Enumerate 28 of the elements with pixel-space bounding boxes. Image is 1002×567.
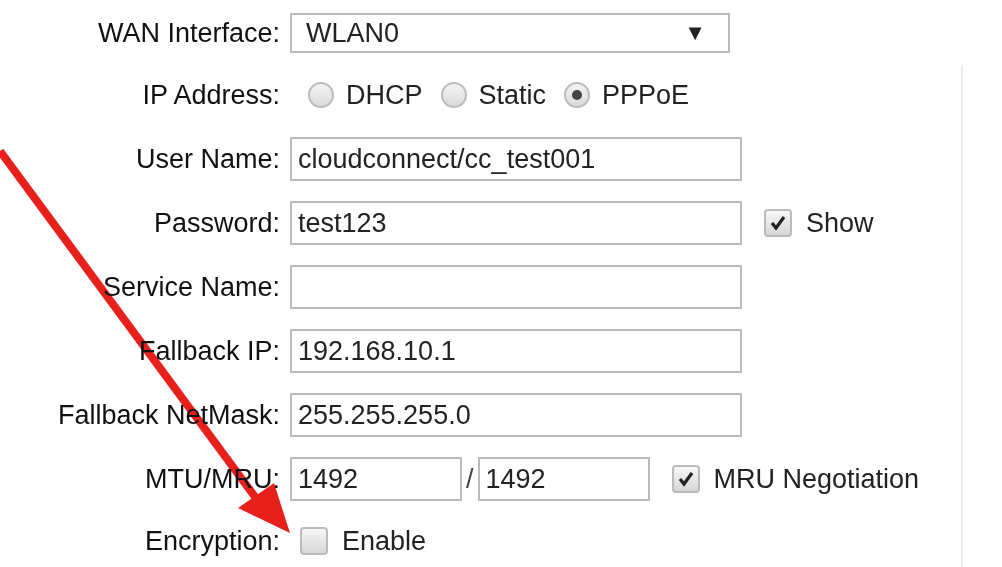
radio-button[interactable] — [564, 82, 591, 108]
separator: / — [466, 463, 474, 495]
checkbox[interactable] — [300, 527, 328, 555]
input-field[interactable]: 1492 — [477, 457, 650, 501]
checkbox-label[interactable]: MRU Negotiation — [713, 463, 920, 495]
checkmark-icon — [768, 213, 788, 233]
input-field[interactable]: cloudconnect/cc_test001 — [290, 137, 742, 181]
input-field[interactable] — [290, 265, 742, 309]
field-label: User Name: — [134, 143, 281, 175]
radio-label[interactable]: Static — [478, 79, 547, 111]
dropdown[interactable]: WLAN0 ▼ — [290, 13, 730, 53]
field-label: IP Address: — [141, 79, 281, 111]
input-field[interactable]: 255.255.255.0 — [290, 393, 742, 437]
field-label: Encryption: — [143, 525, 281, 557]
radio-label[interactable]: PPPoE — [602, 79, 690, 111]
radio-label[interactable]: DHCP — [346, 79, 423, 111]
input-field[interactable]: test123 — [290, 201, 742, 245]
checkbox[interactable] — [764, 209, 792, 237]
checkbox-label[interactable]: Enable — [342, 525, 427, 557]
input-field[interactable]: 192.168.10.1 — [290, 329, 742, 373]
input-field[interactable]: 1492 — [290, 457, 462, 501]
field-label: Password: — [152, 207, 281, 239]
radio-button[interactable] — [440, 82, 467, 108]
field-label: Service Name: — [101, 271, 281, 303]
checkbox-label[interactable]: Show — [806, 207, 874, 239]
radio-button[interactable] — [308, 82, 334, 108]
checkbox[interactable] — [671, 465, 700, 493]
field-label: WAN Interface: — [96, 17, 281, 49]
